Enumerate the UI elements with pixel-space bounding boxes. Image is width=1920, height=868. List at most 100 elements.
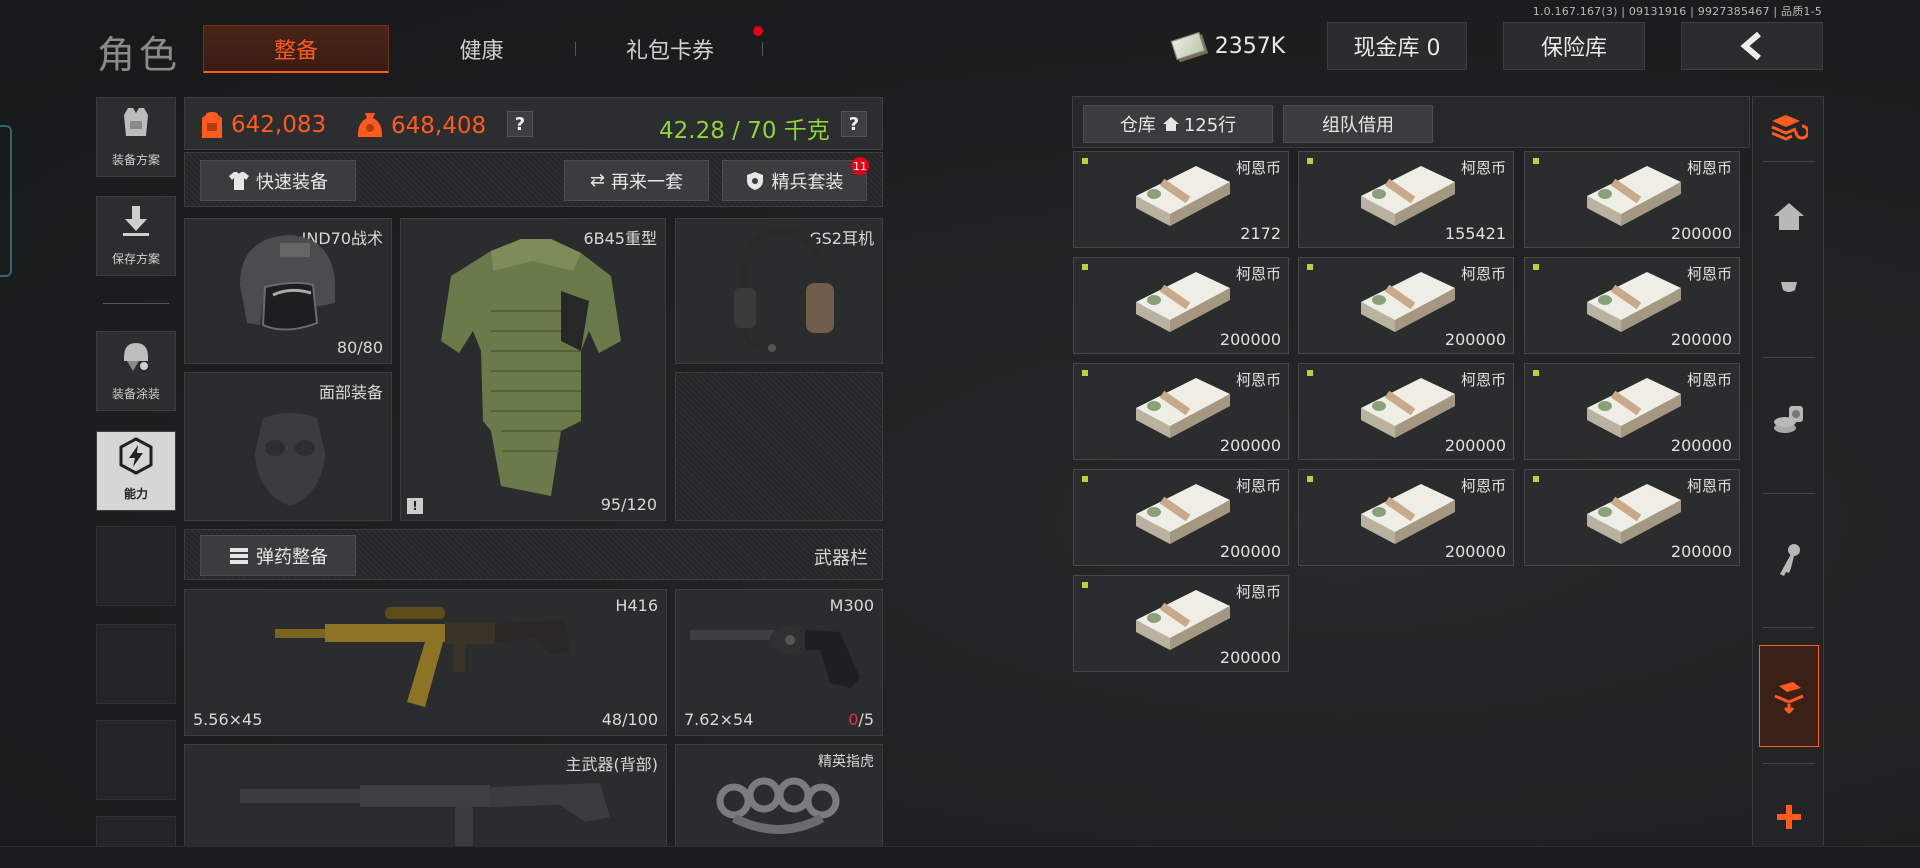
stash-item-name: 柯恩币 (1460, 477, 1506, 495)
add-stash-button[interactable] (1753, 793, 1825, 841)
elite-set-button[interactable]: 精兵套装 (722, 160, 867, 201)
safe-vault-label: 保险库 (1540, 36, 1607, 61)
save-plan-button[interactable]: 保存方案 (96, 196, 176, 276)
rail-divider (1763, 763, 1815, 764)
empty-gear-slot[interactable] (675, 372, 883, 521)
cash-stack-icon (1361, 272, 1455, 332)
stash-item[interactable]: 柯恩币 200000 (1524, 257, 1740, 354)
helmet-durability: 80/80 (336, 338, 383, 357)
cash-vault-button[interactable]: 现金库 0 (1327, 22, 1467, 70)
stash-item-name: 柯恩币 (1686, 159, 1732, 177)
stash-item-name: 柯恩币 (1686, 265, 1732, 283)
stash-item-name: 柯恩币 (1686, 371, 1732, 389)
stash-item[interactable]: 柯恩币 200000 (1073, 363, 1289, 460)
cash-stack-icon (1587, 166, 1681, 226)
loadout-plan-button[interactable]: 装备方案 (96, 97, 176, 177)
container-button[interactable] (1759, 645, 1819, 747)
primary-caliber: 5.56×45 (193, 710, 263, 729)
stash-item[interactable]: 柯恩币 2172 (1073, 151, 1289, 248)
shield-partial-icon (1781, 282, 1797, 292)
quick-equip-button[interactable]: 快速装备 (200, 160, 356, 201)
stash-item[interactable]: 柯恩币 200000 (1524, 469, 1740, 566)
vest-icon (117, 103, 155, 141)
warning-icon: ! (407, 498, 423, 514)
stash-tab[interactable]: 仓库 125行 (1083, 105, 1273, 143)
new-item-dot (1533, 264, 1539, 270)
stash-item-count: 200000 (1219, 436, 1281, 455)
save-down-icon (117, 202, 155, 240)
back-weapon-slot[interactable]: 主武器(背部) (184, 744, 667, 848)
stash-item-name: 柯恩币 (1235, 477, 1281, 495)
new-item-dot (1533, 476, 1539, 482)
side-drawer-tab[interactable] (0, 125, 12, 277)
stash-item[interactable]: 柯恩币 155421 (1298, 151, 1514, 248)
new-item-dot (1307, 476, 1313, 482)
stash-rows: 125行 (1183, 115, 1237, 136)
stash-item-count: 200000 (1670, 330, 1732, 349)
stash-item-name: 柯恩币 (1235, 159, 1281, 177)
stash-item[interactable]: 柯恩币 200000 (1073, 575, 1289, 672)
safe-vault-button[interactable]: 保险库 (1503, 22, 1645, 70)
rail-divider (1763, 357, 1815, 358)
stash-item-count: 200000 (1670, 224, 1732, 243)
body-armor-slot[interactable]: 6B45重型 ! 95/120 (400, 218, 666, 521)
equipment-skin-button[interactable]: 装备涂装 (96, 331, 176, 411)
key-icon (1780, 544, 1800, 576)
primary-weapon-slot[interactable]: H416 5.56×45 48/100 (184, 589, 667, 736)
right-rail (1752, 96, 1824, 848)
ability-button[interactable]: 能力 (96, 431, 176, 511)
new-item-dot (1082, 582, 1088, 588)
stash-sort-button[interactable] (1753, 105, 1825, 151)
stash-item[interactable]: 柯恩币 200000 (1298, 363, 1514, 460)
stash-item[interactable]: 柯恩币 200000 (1073, 469, 1289, 566)
stash-item-name: 柯恩币 (1460, 159, 1506, 177)
cash-stack-icon (1136, 590, 1230, 650)
coins-button[interactable] (1753, 397, 1825, 443)
currency-display: 2357K (1166, 22, 1292, 70)
sidearm-ammo: 0/5 (848, 710, 874, 729)
quick-equip-label: 快速装备 (256, 171, 328, 193)
tab-health[interactable]: 健康 (404, 25, 559, 73)
container-download-icon (1774, 682, 1804, 714)
equipment-skin-label: 装备涂装 (111, 387, 160, 401)
weight-help-button[interactable]: ? (841, 111, 867, 137)
stash-item[interactable]: 柯恩币 200000 (1298, 257, 1514, 354)
stash-item[interactable]: 柯恩币 200000 (1073, 257, 1289, 354)
new-item-dot (1533, 370, 1539, 376)
partial-icon[interactable] (1753, 277, 1825, 297)
stash-item[interactable]: 柯恩币 200000 (1298, 469, 1514, 566)
tab-loadout[interactable]: 整备 (203, 25, 389, 73)
sidearm-slot[interactable]: M300 7.62×54 0/5 (675, 589, 883, 736)
back-arrow-icon (1740, 31, 1761, 61)
value-help-button[interactable]: ? (507, 111, 533, 137)
ammo-equip-button[interactable]: 弹药整备 (200, 535, 356, 576)
stash-item[interactable]: 柯恩币 200000 (1524, 151, 1740, 248)
headset-icon (734, 226, 834, 352)
house-icon (1774, 203, 1804, 230)
helmet-slot[interactable]: IND70战术 80/80 (184, 218, 392, 364)
stash-tab-label: 仓库 (1119, 115, 1156, 136)
plus-icon (1777, 805, 1801, 829)
sidearm-caliber: 7.62×54 (684, 710, 754, 729)
melee-slot[interactable]: 精英指虎 (675, 744, 883, 848)
stash-header: 仓库 125行 组队借用 (1072, 96, 1750, 148)
helmet-icon (240, 235, 335, 331)
stats-bar: 642,083 648,408 ? 42.28 / 70 千克 ? (184, 97, 883, 150)
coins-icon (1774, 406, 1803, 433)
tab-gift-cards[interactable]: 礼包卡券 (590, 25, 750, 73)
face-gear-slot[interactable]: 面部装备 (184, 372, 392, 521)
sidearm-ammo-current: 0 (848, 710, 859, 729)
headset-slot[interactable]: GS2耳机 (675, 218, 883, 364)
home-stash-button[interactable] (1753, 193, 1825, 239)
version-info: 1.0.167.167(3) | 09131916 | 9927385467 |… (1532, 5, 1822, 18)
tab-gift-cards-label: 礼包卡券 (625, 39, 714, 64)
redo-button[interactable]: ⇄ 再来一套 (564, 160, 709, 201)
team-borrow-tab[interactable]: 组队借用 (1283, 105, 1433, 143)
back-button[interactable] (1681, 22, 1823, 70)
empty-rail-slot (96, 720, 176, 800)
keys-button[interactable] (1753, 537, 1825, 583)
new-item-dot (1082, 370, 1088, 376)
stash-item[interactable]: 柯恩币 200000 (1524, 363, 1740, 460)
empty-rail-slot (96, 816, 176, 848)
shirt-icon (229, 171, 249, 190)
